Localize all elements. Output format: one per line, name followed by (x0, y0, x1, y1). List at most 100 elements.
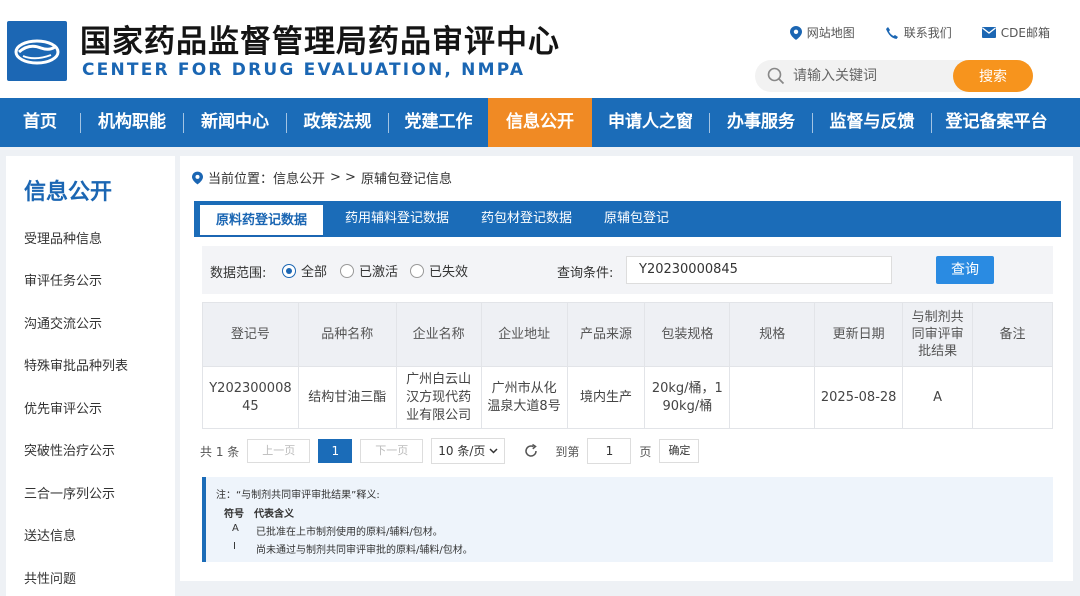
goto-confirm-button[interactable]: 确定 (659, 439, 700, 463)
result-legend-note: 注：“与制剂共同审评审批结果”释义: 符号 代表含义 A 已批准在上市制剂使用的… (202, 477, 1053, 562)
sidebar-item-communication[interactable]: 沟通交流公示 (24, 313, 102, 332)
breadcrumb: 当前位置：信息公开 > > 原辅包登记信息 (192, 168, 452, 187)
col-header-spec: 规格 (729, 302, 816, 367)
note-header-meaning: 代表含义 (254, 509, 294, 520)
sidebar-title: 信息公开 (24, 180, 113, 205)
col-header-address: 企业地址 (480, 302, 568, 367)
total-count: 共 1 条 (200, 444, 240, 459)
email-label: CDE邮箱 (1000, 26, 1050, 40)
search-input[interactable] (793, 64, 973, 88)
goto-label: 到第 (555, 444, 580, 459)
nav-item-policy[interactable]: 政策法规 (287, 98, 388, 147)
phone-icon (885, 26, 898, 39)
query-input[interactable]: Y20230000845 (626, 256, 892, 284)
page-number-button[interactable]: 1 (318, 439, 353, 463)
cde-logo[interactable] (7, 21, 67, 81)
sidebar-item-review-tasks[interactable]: 审评任务公示 (24, 270, 102, 289)
sidebar-item-common-issues[interactable]: 共性问题 (24, 568, 76, 587)
tab-api-registration[interactable]: 原料药登记数据 (200, 205, 324, 237)
nav-item-disclosure[interactable]: 信息公开 (488, 98, 592, 147)
col-header-remarks: 备注 (972, 302, 1053, 367)
main-nav: 首页 机构职能 新闻中心 政策法规 党建工作 信息公开 申请人之窗 办事服务 监… (0, 98, 1080, 147)
nav-item-applicant[interactable]: 申请人之窗 (592, 98, 709, 147)
cell-updated: 2025-08-28 (814, 366, 904, 429)
nav-item-registration[interactable]: 登记备案平台 (932, 98, 1061, 147)
nav-item-feedback[interactable]: 监督与反馈 (813, 98, 931, 147)
nav-item-party[interactable]: 党建工作 (389, 98, 488, 147)
search-icon (767, 67, 785, 85)
cell-remarks (972, 366, 1053, 429)
tab-packaging-registration[interactable]: 药包材登记数据 (465, 201, 588, 237)
tab-bar: 原料药登记数据 药用辅料登记数据 药包材登记数据 原辅包登记 (194, 201, 1061, 237)
registration-table: 登记号 品种名称 企业名称 企业地址 产品来源 包装规格 规格 更新日期 与制剂… (202, 302, 1053, 429)
col-header-source: 产品来源 (566, 302, 646, 367)
radio-dot-icon (340, 263, 354, 278)
contact-label: 联系我们 (903, 26, 952, 40)
table-row[interactable]: Y20230000845 结构甘油三酯 广州白云山汉方现代药业有限公司 广州市从… (202, 366, 1053, 429)
page-size-value: 10 条/页 (438, 444, 486, 458)
radio-active-label: 已激活 (359, 265, 399, 280)
search-bar: 搜索 (755, 60, 1033, 92)
note-meaning-i: 尚未通过与制剂共同审评审批的原料/辅料/包材。 (256, 545, 473, 556)
pagination: 共 1 条 上一页 1 下一页 10 条/页 到第 1 页 确定 (200, 438, 700, 464)
tab-combined-registration[interactable]: 原辅包登记 (588, 201, 685, 237)
goto-page-input[interactable]: 1 (587, 438, 632, 464)
col-header-review-result: 与制剂共同审评审批结果 (902, 302, 974, 367)
chevron-down-icon (489, 448, 498, 454)
breadcrumb-prefix[interactable]: 当前位置：信息公开 (208, 168, 325, 187)
page-size-select[interactable]: 10 条/页 (431, 438, 506, 464)
refresh-icon[interactable] (523, 443, 539, 459)
prev-page-button[interactable]: 上一页 (247, 439, 311, 463)
radio-all-label: 全部 (301, 265, 328, 280)
nav-item-functions[interactable]: 机构职能 (81, 98, 183, 147)
sidebar-item-breakthrough[interactable]: 突破性治疗公示 (24, 440, 115, 459)
sitemap-link[interactable]: 网站地图 (789, 24, 855, 41)
sidebar: 信息公开 受理品种信息 审评任务公示 沟通交流公示 特殊审批品种列表 优先审评公… (6, 156, 175, 596)
cell-packaging: 20kg/桶，190kg/桶 (644, 366, 731, 429)
note-meaning-a: 已批准在上市制剂使用的原料/辅料/包材。 (256, 527, 443, 538)
sidebar-item-accepted[interactable]: 受理品种信息 (24, 228, 102, 247)
radio-expired-label: 已失效 (429, 265, 469, 280)
col-header-updated: 更新日期 (814, 302, 904, 367)
query-button[interactable]: 查询 (936, 256, 994, 284)
email-link[interactable]: CDE邮箱 (981, 24, 1050, 41)
main-content: 当前位置：信息公开 > > 原辅包登记信息 原料药登记数据 药用辅料登记数据 药… (180, 156, 1073, 581)
mail-icon (981, 27, 996, 38)
search-button[interactable]: 搜索 (953, 60, 1033, 92)
cell-company: 广州白云山汉方现代药业有限公司 (395, 366, 482, 429)
radio-dot-icon (410, 263, 424, 278)
location-pin-icon (789, 25, 802, 40)
breadcrumb-separator: > > (330, 170, 356, 185)
top-links: 网站地图 联系我们 CDE邮箱 (789, 24, 1050, 41)
nav-item-home[interactable]: 首页 (0, 98, 80, 147)
nav-item-services[interactable]: 办事服务 (710, 98, 812, 147)
next-page-button[interactable]: 下一页 (360, 439, 424, 463)
cell-product: 结构甘油三酯 (297, 366, 397, 429)
cell-reg-no: Y20230000845 (202, 366, 299, 429)
scope-label: 数据范围: (210, 266, 267, 281)
sidebar-item-delivery[interactable]: 送达信息 (24, 525, 76, 544)
radio-expired[interactable]: 已失效 (410, 261, 468, 280)
sidebar-item-three-in-one[interactable]: 三合一序列公示 (24, 483, 115, 502)
radio-active[interactable]: 已激活 (340, 261, 398, 280)
location-pin-icon (192, 171, 203, 184)
site-subtitle: CENTER FOR DRUG EVALUATION, NMPA (82, 60, 526, 80)
table-header-row: 登记号 品种名称 企业名称 企业地址 产品来源 包装规格 规格 更新日期 与制剂… (202, 302, 1053, 367)
contact-link[interactable]: 联系我们 (885, 24, 952, 41)
note-symbol-i: I (233, 541, 236, 552)
breadcrumb-current: 原辅包登记信息 (360, 172, 452, 187)
sitemap-label: 网站地图 (806, 26, 855, 40)
col-header-company: 企业名称 (395, 302, 482, 367)
note-symbol-a: A (232, 523, 239, 534)
sidebar-item-special-approval[interactable]: 特殊审批品种列表 (24, 355, 128, 374)
filter-bar: 数据范围: 全部 已激活 已失效 查询条件: Y20230000845 查询 (202, 246, 1053, 294)
nav-item-news[interactable]: 新闻中心 (184, 98, 286, 147)
note-title: 注：“与制剂共同审评审批结果”释义: (216, 490, 380, 501)
radio-all[interactable]: 全部 (282, 261, 327, 280)
col-header-packaging: 包装规格 (644, 302, 731, 367)
col-header-reg-no: 登记号 (202, 302, 299, 367)
query-label: 查询条件: (557, 266, 614, 281)
page-unit-label: 页 (639, 444, 652, 459)
sidebar-item-priority[interactable]: 优先审评公示 (24, 398, 102, 417)
tab-excipient-registration[interactable]: 药用辅料登记数据 (329, 201, 465, 237)
